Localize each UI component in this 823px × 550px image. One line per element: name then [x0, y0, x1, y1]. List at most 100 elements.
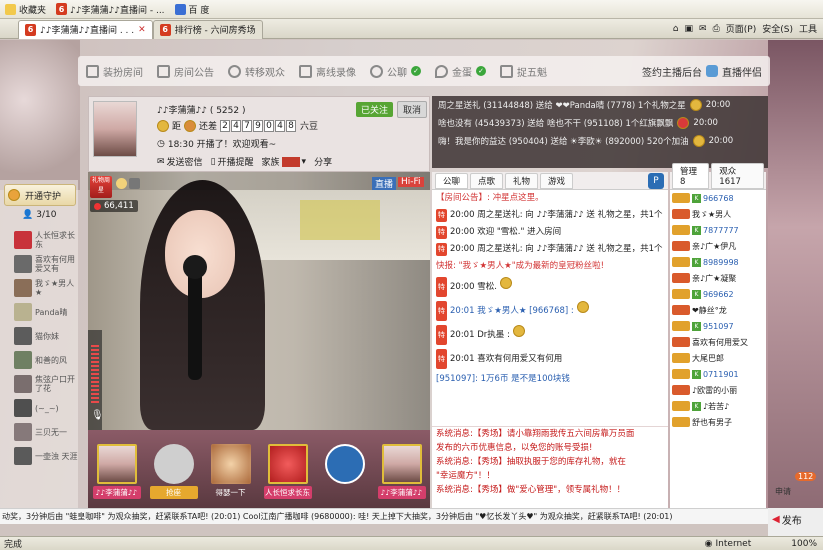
grab-seat-button[interactable]: 抢座 — [149, 486, 198, 499]
host-name: ♪♪李蒲蒲♪♪ ( 5252 ) — [157, 106, 246, 116]
user-row[interactable]: K 7877777 — [670, 222, 766, 238]
mic-icon[interactable]: 🎙 — [91, 410, 104, 421]
list-item[interactable]: 焦弦户口开了花 — [0, 372, 78, 396]
chat-line: [951097]: 1万6币 是不是100块钱 — [436, 374, 570, 384]
zoom-level[interactable]: 100% — [791, 539, 823, 549]
publish-button[interactable]: ◀ 发布 — [772, 512, 802, 527]
user-row[interactable]: 亲♪广★凝聚 — [670, 270, 766, 286]
seat-slot[interactable]: 得瑟一下 — [209, 439, 253, 499]
apply-link[interactable]: 申请 — [775, 486, 791, 497]
phone-icon: ▯ — [210, 156, 216, 167]
seat-slot[interactable]: 人长恒求长东 — [263, 439, 312, 499]
nav-game[interactable]: 捉五魁 — [500, 64, 547, 79]
room-announcement[interactable]: 【房间公告】: 冲星点这里。 — [432, 190, 668, 207]
feed-icon[interactable]: ▣ — [685, 24, 694, 34]
user-row[interactable]: 喜欢有何用爱又 — [670, 334, 766, 350]
system-line[interactable]: 系统消息:【秀场】做"爱心管理"，领专属礼物！！ — [432, 483, 668, 497]
list-item[interactable]: Panda晴 — [0, 300, 78, 324]
list-item[interactable]: 三贝无一 — [0, 420, 78, 444]
family-dropdown[interactable]: 家族 ▾ — [262, 155, 306, 168]
nav-anchor-backend[interactable]: 签约主播后台 — [642, 64, 702, 79]
share-button[interactable]: 分享 — [314, 155, 332, 168]
nav-offline-record[interactable]: 离线录像 — [299, 64, 356, 79]
mail-icon[interactable]: ✉ — [699, 24, 707, 34]
safety-menu[interactable]: 安全(S) — [762, 22, 793, 35]
send-private-message[interactable]: ✉ 发送密信 — [157, 155, 203, 169]
seat-slot[interactable]: ♪♪李蒲蒲♪♪ — [377, 439, 426, 499]
seat-bar: ♪♪李蒲蒲♪♪ 抢座 得瑟一下 人长恒求长东 ♪♪李蒲蒲♪♪ — [88, 430, 430, 508]
level-badge — [672, 417, 690, 427]
vip-icon: K — [692, 401, 701, 411]
gift-star-badge[interactable]: 礼物周星 — [90, 176, 112, 198]
list-item[interactable]: 喜欢有何用爱又有 — [0, 252, 78, 276]
level-badge — [672, 257, 690, 267]
settings-icon[interactable] — [129, 178, 140, 189]
user-row[interactable]: ♪欧雷的小丽 — [670, 382, 766, 398]
tab-live-room[interactable]: 6 ♪♪李蒲蒲♪♪直播间 . . . ✕ — [18, 19, 153, 39]
bean-counter: 2479048 — [220, 119, 297, 132]
user-row[interactable]: K 966768 — [670, 190, 766, 206]
page-menu[interactable]: 页面(P) — [726, 22, 756, 35]
user-row[interactable]: K 951097 — [670, 318, 766, 334]
list-item[interactable]: (~_~) — [0, 396, 78, 420]
empty-seat-avatar — [153, 444, 194, 484]
public-chat-log[interactable]: 【房间公告】: 冲星点这里。 特 20:00 周之星送礼: 向 ♪♪李蒲蒲♪♪ 送… — [432, 190, 668, 426]
tab-games[interactable]: 游戏 — [540, 173, 574, 189]
system-line[interactable]: 系统消息:【秀场】抽取执服于您的库存礼物，就在 — [432, 455, 668, 469]
ticker-text: 动奖，3分钟后由 "蛙皇咖啡" 为观众抽奖，赶紧联系TA吧! (20:01) C… — [2, 512, 673, 521]
tab-admins[interactable]: 管理8 — [672, 163, 710, 189]
tab-public-chat[interactable]: 公聊 — [435, 173, 469, 189]
list-item[interactable]: 一壶浊 天涯 — [0, 444, 78, 468]
tools-menu[interactable]: 工具 — [799, 22, 817, 35]
unfollow-button[interactable]: 取消 — [396, 101, 427, 118]
live-reminder[interactable]: ▯ 开播提醒 — [210, 155, 254, 169]
follow-button[interactable]: 已关注 — [355, 102, 393, 117]
nav-live-partner[interactable]: 直播伴侣 — [722, 64, 762, 79]
chat-icon — [324, 444, 365, 484]
print-icon[interactable]: ⎙ — [713, 24, 720, 34]
guard-button[interactable]: 开通守护 — [4, 184, 76, 206]
seat-slot[interactable]: ♪♪李蒲蒲♪♪ — [92, 439, 141, 499]
favorites-button[interactable]: 收藏夹 — [0, 0, 51, 19]
crown-icon — [157, 119, 169, 132]
tab-gifts[interactable]: 礼物 — [505, 173, 539, 189]
list-item[interactable]: 人长恒求长东 — [0, 228, 78, 252]
fav-link-baidu[interactable]: 百 度 — [170, 0, 215, 19]
fav-link-room[interactable]: 6 ♪♪李蒲蒲♪♪直播间 - ... — [51, 0, 170, 19]
rose-icon[interactable] — [116, 178, 127, 189]
avatar — [14, 303, 32, 321]
avatar — [14, 255, 32, 273]
tab-audience[interactable]: 观众1617 — [711, 163, 764, 189]
site-logo-icon: 6 — [159, 23, 171, 36]
user-row[interactable]: 大尾巴郎 — [670, 350, 766, 366]
home-icon[interactable]: ⌂ — [673, 24, 679, 34]
list-item[interactable]: 猫你妹 — [0, 324, 78, 348]
video-icons — [116, 178, 140, 189]
host-avatar[interactable] — [93, 101, 137, 157]
user-row[interactable]: 亲♪广★伊凡 — [670, 238, 766, 254]
user-row[interactable]: K ♪若苦♪ — [670, 398, 766, 414]
nav-public-chat[interactable]: 公聊 ✓ — [370, 64, 421, 79]
user-row[interactable]: K 969662 — [670, 286, 766, 302]
system-line[interactable]: 系统消息:【秀场】请小靠翔雨我传五六间房靠万员面 — [432, 427, 668, 441]
nav-golden-egg[interactable]: 金蛋 ✓ — [435, 64, 486, 79]
user-row[interactable]: K 0711901 — [670, 366, 766, 382]
user-row[interactable]: 我ゞ★男人 — [670, 206, 766, 222]
hifi-badge[interactable]: Hi-Fi — [398, 177, 424, 187]
user-row[interactable]: K 8989998 — [670, 254, 766, 270]
nav-room-notice[interactable]: 房间公告 — [157, 64, 214, 79]
user-row[interactable]: ❤静丝°龙 — [670, 302, 766, 318]
seat-slot[interactable]: 抢座 — [149, 439, 198, 499]
user-row[interactable]: 舒也有男子 — [670, 414, 766, 430]
tab-ranking[interactable]: 6 排行榜 - 六间房秀场 — [152, 19, 263, 39]
list-item[interactable]: 我ゞ★男人★ — [0, 276, 78, 300]
nav-transfer-audience[interactable]: 转移观众 — [228, 64, 285, 79]
tab-song-request[interactable]: 点歌 — [470, 173, 504, 189]
parking-icon[interactable]: P — [648, 173, 664, 189]
browser-commands: ⌂ ▣ ✉ ⎙ 页面(P) 安全(S) 工具 — [673, 22, 823, 36]
seat-slot[interactable] — [323, 439, 367, 499]
list-item[interactable]: 和善的风 — [0, 348, 78, 372]
close-icon[interactable]: ✕ — [138, 25, 146, 35]
nav-decorate-room[interactable]: 装扮房间 — [86, 64, 143, 79]
flag-icon — [677, 117, 690, 129]
